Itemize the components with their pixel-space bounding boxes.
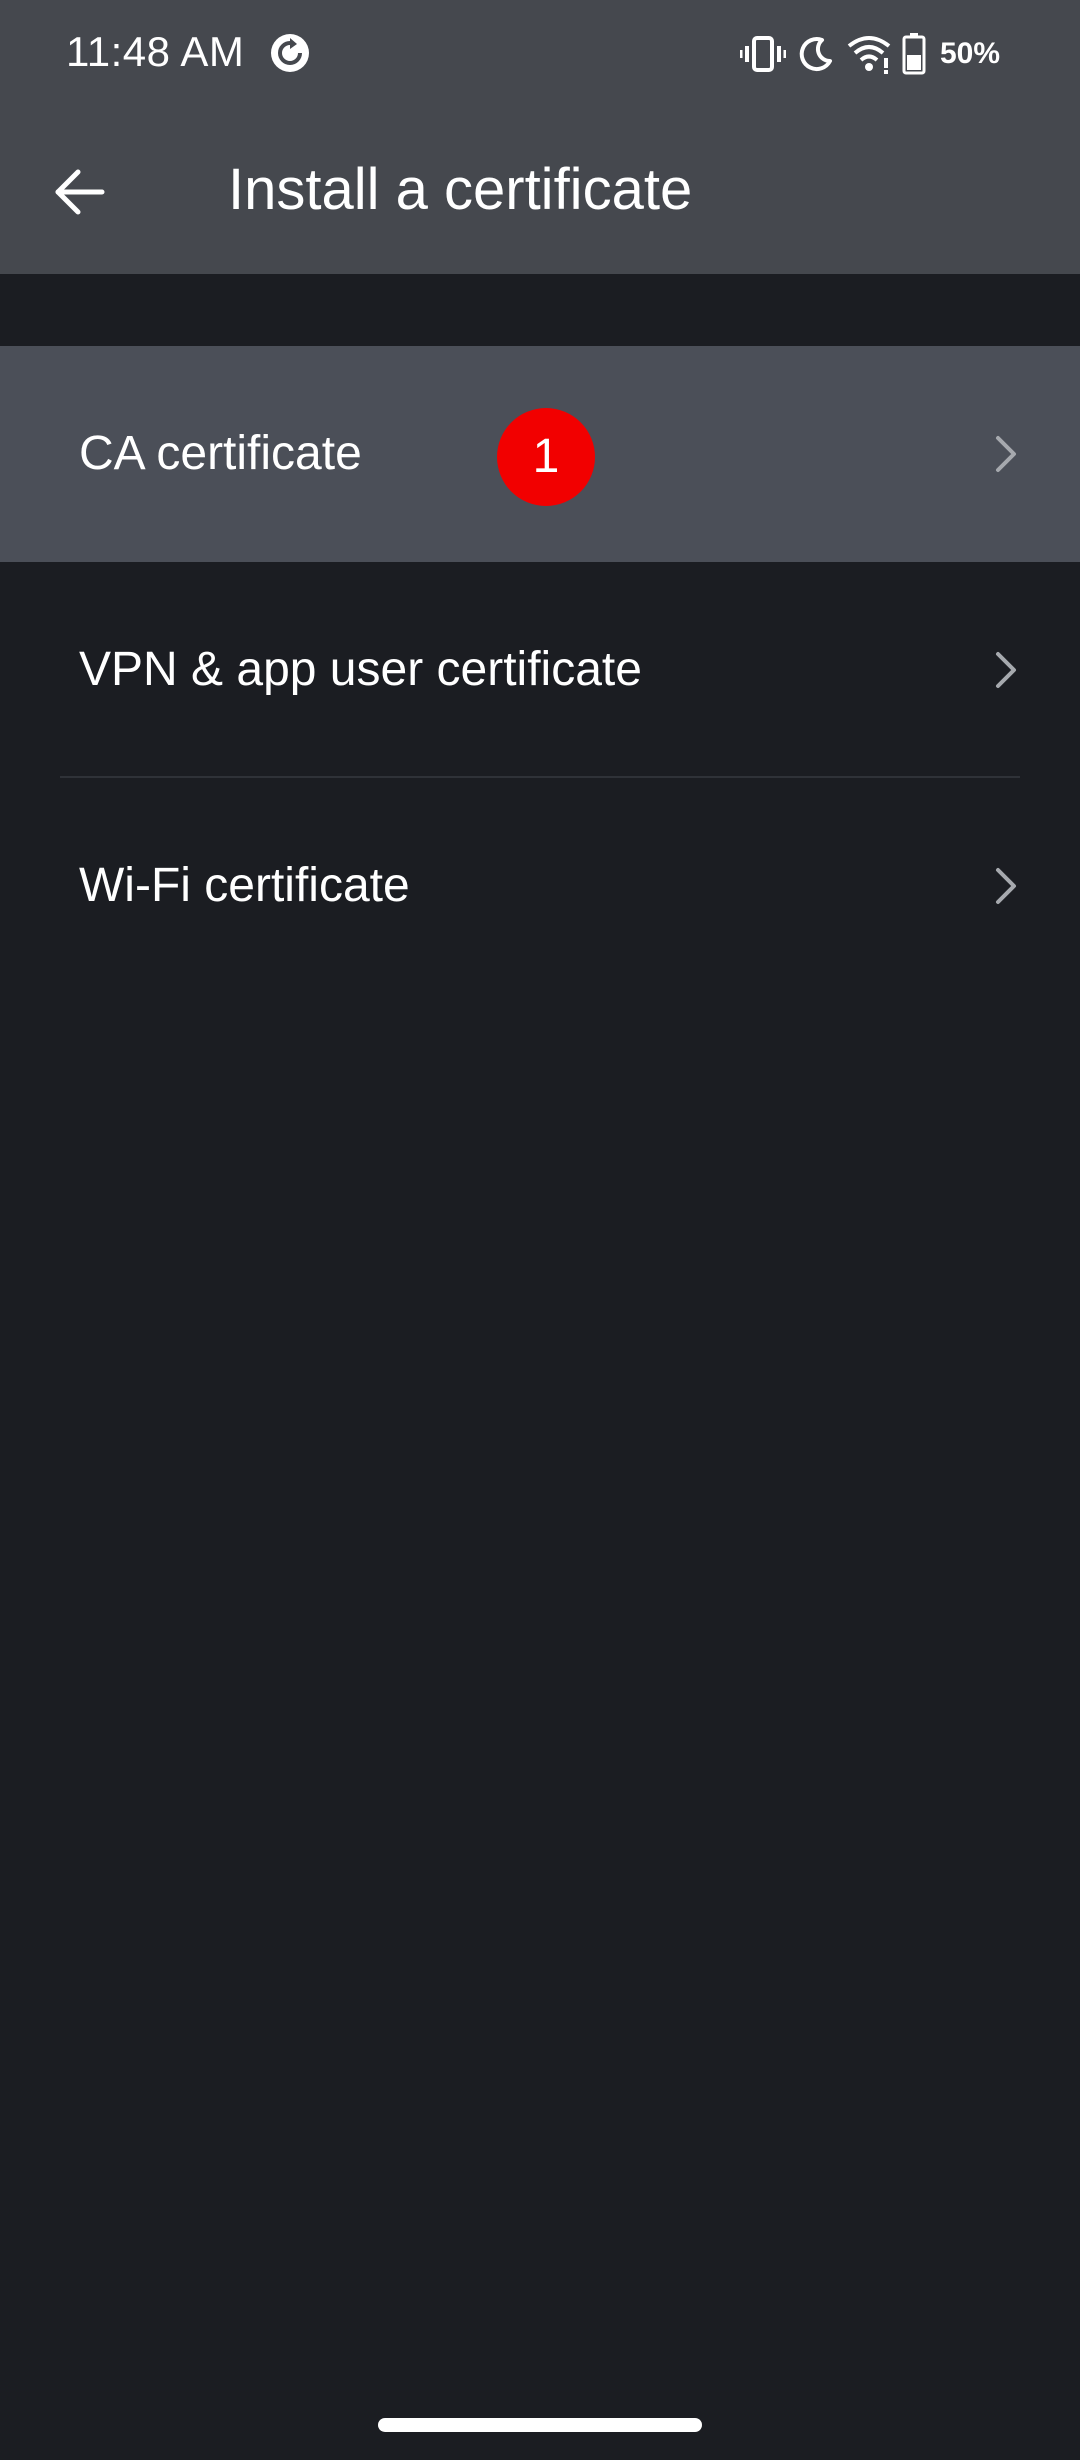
arrow-left-icon	[55, 169, 105, 215]
screen: 11:48 AM 50% Install a certificate CA ce…	[0, 0, 1080, 2460]
step-badge: 1	[497, 408, 595, 506]
chevron-right-icon	[996, 436, 1016, 472]
wifi-icon	[846, 34, 892, 74]
do-not-disturb-icon	[796, 34, 836, 74]
list-item-label: Wi-Fi certificate	[79, 859, 410, 912]
sync-icon	[270, 33, 310, 73]
list-item-wifi-certificate[interactable]: Wi-Fi certificate	[0, 778, 1080, 994]
page-title: Install a certificate	[228, 157, 693, 222]
chevron-right-icon	[996, 868, 1016, 904]
app-bar: Install a certificate	[0, 110, 1080, 274]
battery-icon	[902, 33, 926, 75]
list-item-label: VPN & app user certificate	[79, 643, 642, 696]
status-time: 11:48 AM	[66, 28, 245, 75]
list-item-ca-certificate[interactable]: CA certificate 1	[0, 346, 1080, 562]
back-button[interactable]	[30, 142, 130, 242]
certificate-list: CA certificate 1 VPN & app user certific…	[0, 346, 1080, 994]
list-item-vpn-app-user-certificate[interactable]: VPN & app user certificate	[0, 562, 1080, 778]
list-item-label: CA certificate	[79, 427, 362, 480]
vibrate-icon	[739, 34, 786, 74]
status-icons: 50%	[739, 32, 1000, 76]
battery-percent: 50%	[939, 37, 1000, 70]
status-bar: 11:48 AM 50%	[0, 0, 1080, 110]
gesture-nav-handle[interactable]	[378, 2418, 702, 2432]
chevron-right-icon	[996, 652, 1016, 688]
